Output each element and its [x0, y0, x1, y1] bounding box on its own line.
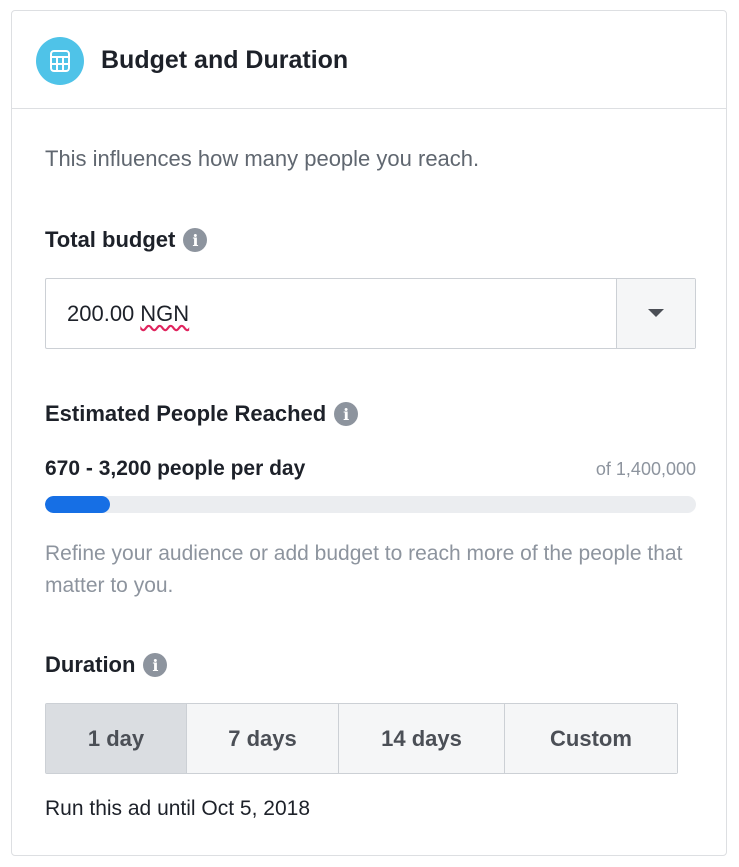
estimated-reach-label: Estimated People Reached i — [45, 401, 359, 427]
reach-hint: Refine your audience or add budget to re… — [45, 542, 683, 597]
calculator-icon — [36, 37, 84, 85]
total-budget-label: Total budget i — [45, 227, 208, 253]
reach-total: of 1,400,000 — [595, 459, 696, 479]
info-icon[interactable]: i — [143, 653, 168, 677]
card-header: Budget and Duration — [12, 11, 726, 109]
duration-7-days-button[interactable]: 7 days — [187, 704, 339, 773]
budget-currency: NGN — [140, 300, 190, 326]
budget-duration-card: Budget and Duration This influences how … — [11, 10, 727, 856]
duration-options: 1 day 7 days 14 days Custom — [45, 703, 678, 774]
caret-down-icon — [647, 305, 665, 323]
reach-summary: 670 - 3,200 people per day of 1,400,000 — [45, 457, 696, 481]
estimated-reach-label-text: Estimated People Reached — [45, 401, 327, 426]
budget-amount: 200.00 — [67, 300, 135, 326]
reach-progress-fill — [45, 496, 111, 513]
budget-select[interactable]: 200.00 NGN — [45, 278, 696, 349]
card-title: Budget and Duration — [101, 46, 349, 74]
duration-label: Duration i — [45, 652, 168, 678]
run-until-text: Run this ad until Oct 5, 2018 — [45, 797, 310, 820]
total-budget-label-text: Total budget — [45, 227, 176, 252]
reach-progress-bar — [45, 496, 696, 513]
duration-label-text: Duration — [45, 652, 136, 677]
budget-dropdown-button[interactable] — [616, 279, 695, 348]
budget-input[interactable]: 200.00 NGN — [46, 279, 616, 348]
duration-14-days-button[interactable]: 14 days — [339, 704, 505, 773]
reach-range: 670 - 3,200 people per day — [45, 457, 306, 480]
info-icon[interactable]: i — [183, 228, 208, 252]
duration-1-day-button[interactable]: 1 day — [46, 704, 187, 773]
info-icon[interactable]: i — [334, 402, 359, 426]
intro-text: This influences how many people you reac… — [45, 146, 480, 171]
duration-custom-button[interactable]: Custom — [505, 704, 677, 773]
